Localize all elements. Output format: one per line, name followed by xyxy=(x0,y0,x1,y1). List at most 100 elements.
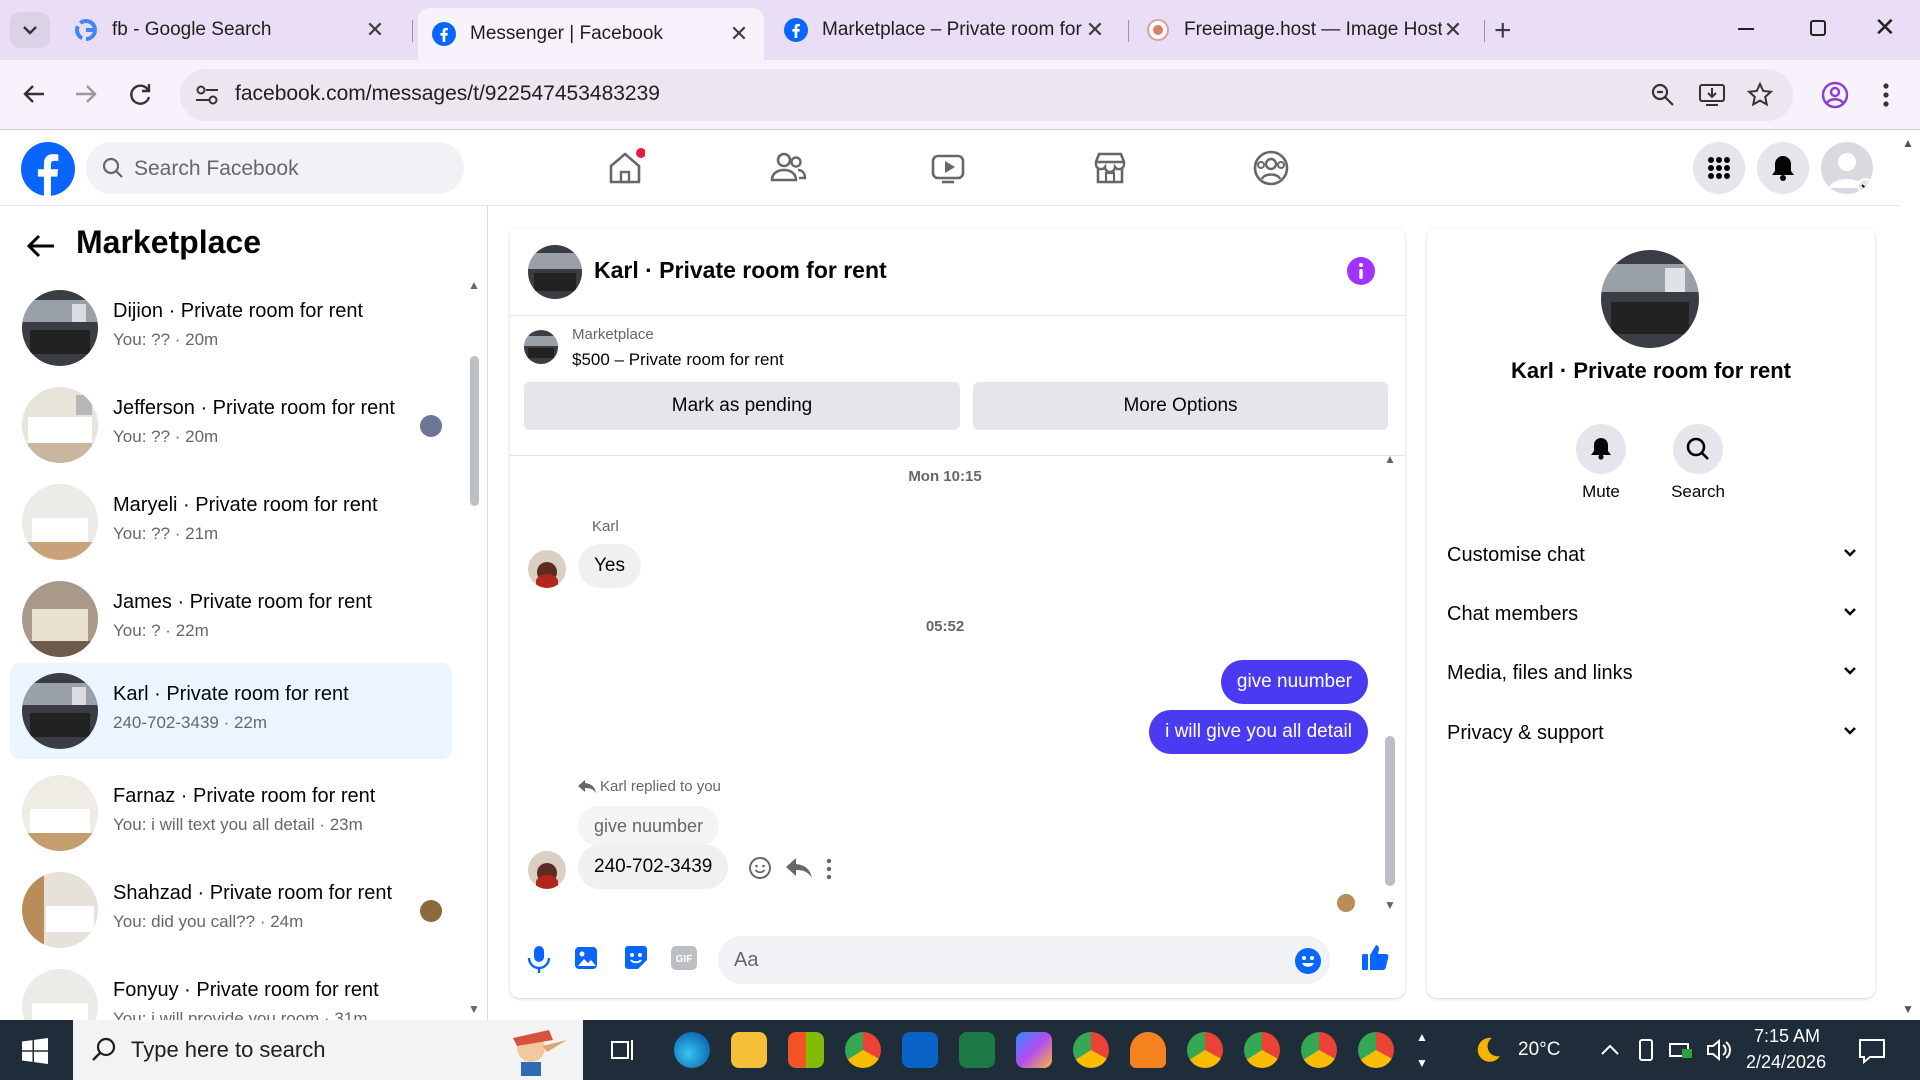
close-tab-icon[interactable]: ✕ xyxy=(1084,17,1106,43)
tray-chevron-up-icon[interactable] xyxy=(1600,1042,1620,1056)
task-view-icon[interactable] xyxy=(610,1037,636,1063)
profile-avatar[interactable] xyxy=(1601,250,1699,348)
close-tab-icon[interactable]: ✕ xyxy=(728,21,750,47)
microsoft-store-icon[interactable] xyxy=(788,1032,824,1068)
section-media-files-links[interactable]: Media, files and links xyxy=(1447,662,1857,685)
close-tab-icon[interactable]: ✕ xyxy=(364,17,386,43)
chrome-icon[interactable] xyxy=(845,1032,881,1068)
incoming-message[interactable]: 240-702-3439 xyxy=(578,845,729,889)
microphone-icon[interactable] xyxy=(526,944,552,974)
notifications-button[interactable] xyxy=(1757,142,1809,194)
menu-kebab-icon[interactable] xyxy=(1882,82,1890,108)
page-scroll-up-icon[interactable]: ▲ xyxy=(1902,136,1914,150)
groups-icon[interactable] xyxy=(1251,148,1291,188)
conversation-item[interactable]: Jefferson · Private room for rent You: ?… xyxy=(10,377,452,473)
tab-freeimage[interactable]: Freeimage.host — Image Hostir ✕ xyxy=(1132,10,1478,50)
page-scroll-down-icon[interactable]: ▼ xyxy=(1902,1002,1914,1016)
mark-as-pending-button[interactable]: Mark as pending xyxy=(524,382,960,430)
chrome-profile-icon[interactable] xyxy=(1358,1032,1394,1068)
tab-marketplace[interactable]: Marketplace – Private room for ✕ xyxy=(770,10,1120,50)
restore-icon[interactable] xyxy=(1810,20,1826,36)
new-tab-icon[interactable]: + xyxy=(1494,14,1512,48)
outgoing-message[interactable]: i will give you all detail xyxy=(1149,710,1368,754)
chat-title[interactable]: Karl · Private room for rent xyxy=(594,257,887,284)
friends-icon[interactable] xyxy=(768,148,808,188)
tab-messenger[interactable]: Messenger | Facebook ✕ xyxy=(418,8,764,60)
volume-icon[interactable] xyxy=(1706,1038,1732,1062)
close-window-icon[interactable]: ✕ xyxy=(1874,12,1896,43)
scroll-up-arrow-icon[interactable]: ▲ xyxy=(1384,452,1396,466)
photo-icon[interactable] xyxy=(574,944,600,972)
scroll-up-arrow-icon[interactable]: ▲ xyxy=(468,278,480,292)
account-avatar[interactable] xyxy=(1821,142,1873,194)
conversation-item[interactable]: Farnaz · Private room for rent You: i wi… xyxy=(10,765,452,861)
more-actions-icon[interactable] xyxy=(826,858,832,880)
close-tab-icon[interactable]: ✕ xyxy=(1442,17,1464,43)
back-icon[interactable] xyxy=(20,80,48,108)
reload-icon[interactable] xyxy=(126,80,154,108)
listing-thumbnail[interactable] xyxy=(524,330,558,364)
scrollbar-thumb[interactable] xyxy=(470,356,479,506)
chrome-profile-icon[interactable] xyxy=(1301,1032,1337,1068)
sticker-icon[interactable] xyxy=(622,944,650,972)
address-bar[interactable]: facebook.com/messages/t/922547453483239 xyxy=(180,69,1793,121)
facebook-search-input[interactable]: Search Facebook xyxy=(86,142,464,194)
like-thumbs-up-icon[interactable] xyxy=(1360,942,1390,972)
menu-grid-button[interactable] xyxy=(1693,142,1745,194)
taskbar-scroll-icon[interactable]: ▲ ▼ xyxy=(1416,1024,1428,1076)
back-arrow-icon[interactable] xyxy=(26,232,56,260)
conversation-item[interactable]: Shahzad · Private room for rent You: did… xyxy=(10,862,452,958)
forward-icon[interactable] xyxy=(72,80,100,108)
zoom-icon[interactable] xyxy=(1650,82,1676,108)
sender-avatar[interactable] xyxy=(528,550,566,588)
tab-google-search[interactable]: fb - Google Search ✕ xyxy=(60,10,400,50)
chrome-profile-icon[interactable] xyxy=(1187,1032,1223,1068)
section-customise-chat[interactable]: Customise chat xyxy=(1447,544,1857,567)
bookmark-star-icon[interactable] xyxy=(1746,81,1774,109)
scroll-down-arrow-icon[interactable]: ▼ xyxy=(468,1002,480,1016)
chrome-profile-active-icon[interactable] xyxy=(1244,1032,1280,1068)
search-in-chat-button[interactable]: Search xyxy=(1663,424,1733,502)
profile-icon[interactable] xyxy=(1820,80,1850,110)
home-icon[interactable] xyxy=(605,148,645,188)
section-chat-members[interactable]: Chat members xyxy=(1447,603,1857,626)
temperature[interactable]: 20°C xyxy=(1518,1039,1560,1061)
mute-button[interactable]: Mute xyxy=(1570,424,1632,502)
marketplace-icon[interactable] xyxy=(1090,148,1130,188)
conversation-item[interactable]: Dijion · Private room for rent You: ?? ·… xyxy=(10,280,452,376)
message-input[interactable]: Aa xyxy=(718,936,1330,984)
taskbar-search-input[interactable]: Type here to search xyxy=(73,1020,583,1080)
outlook-icon[interactable] xyxy=(902,1032,938,1068)
cloudflare-icon[interactable] xyxy=(1130,1032,1166,1068)
device-icon[interactable] xyxy=(1636,1038,1656,1062)
chat-avatar[interactable] xyxy=(528,245,582,299)
edge-icon[interactable] xyxy=(674,1032,710,1068)
section-privacy-support[interactable]: Privacy & support xyxy=(1447,722,1857,745)
notification-center-icon[interactable] xyxy=(1858,1038,1886,1064)
conversation-item[interactable]: Fonyuy · Private room for rent You: i wi… xyxy=(10,959,452,1020)
info-icon[interactable] xyxy=(1347,257,1375,285)
excel-icon[interactable] xyxy=(959,1032,995,1068)
react-emoji-icon[interactable] xyxy=(748,856,772,880)
conversation-item[interactable]: Maryeli · Private room for rent You: ?? … xyxy=(10,474,452,570)
clock-time[interactable]: 7:15 AM xyxy=(1754,1026,1820,1047)
clock-date[interactable]: 2/24/2026 xyxy=(1746,1052,1826,1073)
network-icon[interactable] xyxy=(1668,1040,1694,1060)
incoming-message[interactable]: Yes xyxy=(578,544,641,588)
outgoing-message[interactable]: give nuumber xyxy=(1220,660,1368,704)
copilot-icon[interactable] xyxy=(1016,1032,1052,1068)
emoji-icon[interactable] xyxy=(1294,947,1322,975)
minimize-icon[interactable] xyxy=(1738,28,1754,30)
facebook-logo-icon[interactable] xyxy=(21,142,75,196)
chrome-profile-icon[interactable] xyxy=(1073,1032,1109,1068)
weather-moon-icon[interactable] xyxy=(1470,1034,1502,1066)
video-icon[interactable] xyxy=(928,148,968,188)
install-app-icon[interactable] xyxy=(1698,82,1726,108)
more-options-button[interactable]: More Options xyxy=(973,382,1388,430)
site-settings-icon[interactable] xyxy=(194,83,220,107)
windows-start-icon[interactable] xyxy=(22,1038,48,1064)
conversation-item-selected[interactable]: Karl · Private room for rent 240-702-343… xyxy=(10,663,452,759)
chat-scrollbar-thumb[interactable] xyxy=(1385,736,1395,886)
reply-icon[interactable] xyxy=(786,858,812,880)
tab-search-dropdown-icon[interactable] xyxy=(10,12,50,48)
